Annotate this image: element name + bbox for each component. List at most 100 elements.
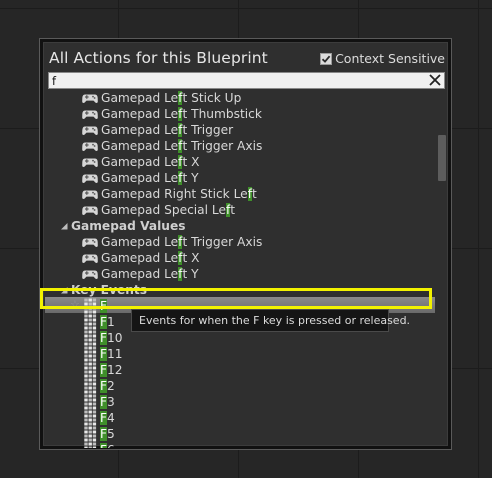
search-match-highlight: F: [100, 411, 108, 425]
item-label-suffix: 12: [107, 363, 123, 377]
key-event-item[interactable]: F 10: [84, 330, 123, 346]
gamepad-icon: [82, 254, 98, 263]
item-label-prefix: Gamepad Le: [101, 267, 179, 281]
search-match-highlight: F: [100, 379, 108, 393]
keyboard-icon: [84, 442, 97, 448]
gamepad-icon: [82, 206, 98, 215]
item-label-prefix: Gamepad Le: [101, 171, 179, 185]
action-list[interactable]: Gamepad Le f t Stick Up Gamepad Le f t Thumbs…: [44, 91, 437, 448]
gamepad-action-item[interactable]: Gamepad Le f t X: [82, 250, 199, 266]
search-match-highlight: F: [100, 299, 108, 313]
context-sensitive-label: Context Sensitive: [335, 51, 445, 66]
search-match-highlight: F: [100, 395, 108, 409]
search-match-highlight: F: [100, 315, 108, 329]
gamepad-icon: [82, 158, 98, 167]
key-event-item[interactable]: F6: [84, 442, 115, 448]
item-label-prefix: Gamepad Le: [101, 123, 179, 137]
gamepad-icon: [82, 238, 98, 247]
clear-search-button[interactable]: [427, 72, 443, 88]
item-label-suffix: 1: [107, 315, 115, 329]
gamepad-icon: [82, 126, 98, 135]
gamepad-action-item[interactable]: Gamepad Le f t X: [82, 154, 199, 170]
item-label-suffix: t Trigger: [182, 123, 234, 137]
category-header[interactable]: Key Events: [60, 282, 147, 298]
item-label-prefix: Gamepad Right Stick Le: [101, 187, 248, 201]
key-event-item[interactable]: F5: [84, 426, 115, 442]
item-label-suffix: 10: [107, 331, 123, 345]
search-match-highlight: F: [100, 443, 108, 448]
keyboard-icon: [84, 314, 97, 330]
search-match-highlight: F: [100, 347, 108, 361]
key-event-item[interactable]: F 11: [84, 346, 123, 362]
item-label-suffix: t Thumbstick: [182, 107, 262, 121]
keyboard-icon: [84, 410, 97, 426]
action-menu-body: All Actions for this Blueprint Context S…: [43, 42, 448, 448]
keyboard-icon: [84, 346, 97, 362]
category-label: Key Events: [71, 283, 147, 297]
gamepad-icon: [82, 174, 98, 183]
key-event-item[interactable]: F3: [84, 394, 115, 410]
gamepad-action-item[interactable]: Gamepad Special Le f t: [82, 202, 235, 218]
item-label-suffix: t Stick Up: [182, 91, 242, 105]
item-label-suffix: 2: [107, 379, 115, 393]
search-box[interactable]: [48, 72, 445, 89]
checkmark-icon: [321, 55, 331, 63]
category-header[interactable]: Gamepad Values: [60, 218, 185, 234]
item-label-suffix: 11: [107, 347, 123, 361]
gamepad-icon: [82, 270, 98, 279]
key-event-item[interactable]: F1: [84, 314, 115, 330]
search-input[interactable]: [52, 73, 422, 88]
item-label-suffix: 5: [107, 427, 115, 441]
key-event-item[interactable]: F ☆: [70, 298, 108, 314]
gamepad-action-item[interactable]: Gamepad Le f t Trigger: [82, 122, 233, 138]
gamepad-icon: [82, 190, 98, 199]
collapse-triangle-icon[interactable]: [60, 286, 68, 294]
context-sensitive-toggle[interactable]: Context Sensitive: [320, 51, 445, 66]
gamepad-action-item[interactable]: Gamepad Le f t Stick Up: [82, 91, 241, 106]
item-label-suffix: 6: [107, 443, 115, 448]
gamepad-icon: [82, 110, 98, 119]
item-label-prefix: Gamepad Le: [101, 235, 179, 249]
item-label-suffix: t: [251, 187, 257, 201]
collapse-triangle-icon[interactable]: [60, 222, 68, 230]
gamepad-action-item[interactable]: Gamepad Le f t Y: [82, 266, 199, 282]
item-label-suffix: t X: [182, 251, 200, 265]
key-event-item[interactable]: F 12: [84, 362, 123, 378]
scrollbar-thumb[interactable]: [438, 135, 446, 181]
item-label-prefix: Gamepad Le: [101, 107, 179, 121]
item-label-suffix: t X: [182, 155, 200, 169]
action-menu-panel: All Actions for this Blueprint Context S…: [39, 38, 452, 450]
keyboard-icon: [84, 378, 97, 394]
gamepad-action-item[interactable]: Gamepad Le f t Y: [82, 170, 199, 186]
gamepad-action-item[interactable]: Gamepad Le f t Trigger Axis: [82, 234, 262, 250]
list-scrollbar[interactable]: [438, 91, 446, 443]
item-label-suffix: t Trigger Axis: [182, 139, 263, 153]
item-label-prefix: Gamepad Special Le: [101, 203, 226, 217]
item-label-suffix: 4: [107, 411, 115, 425]
favorite-star-icon[interactable]: ☆: [70, 298, 80, 311]
item-label-prefix: Gamepad Le: [101, 155, 179, 169]
search-match-highlight: F: [100, 331, 108, 345]
item-label-prefix: Gamepad Le: [101, 91, 179, 105]
keyboard-icon: [84, 362, 97, 378]
item-label-suffix: t Y: [182, 267, 199, 281]
category-label: Gamepad Values: [71, 219, 186, 233]
close-icon: [429, 74, 441, 86]
item-label-suffix: t: [230, 203, 236, 217]
gamepad-icon: [82, 142, 98, 151]
item-label-suffix: t Trigger Axis: [182, 235, 263, 249]
key-event-item[interactable]: F4: [84, 410, 115, 426]
item-label-suffix: t Y: [182, 171, 199, 185]
menu-title: All Actions for this Blueprint: [49, 49, 268, 67]
keyboard-icon: [84, 330, 97, 346]
gamepad-action-item[interactable]: Gamepad Le f t Trigger Axis: [82, 138, 262, 154]
action-tooltip: Events for when the F key is pressed or …: [131, 309, 410, 332]
gamepad-action-item[interactable]: Gamepad Le f t Thumbstick: [82, 106, 262, 122]
gamepad-action-item[interactable]: Gamepad Right Stick Le f t: [82, 186, 257, 202]
item-label-suffix: 3: [107, 395, 115, 409]
key-event-item[interactable]: F2: [84, 378, 115, 394]
context-sensitive-checkbox[interactable]: [320, 52, 333, 65]
item-label-prefix: Gamepad Le: [101, 139, 179, 153]
keyboard-icon: [84, 426, 97, 442]
search-match-highlight: F: [100, 427, 108, 441]
